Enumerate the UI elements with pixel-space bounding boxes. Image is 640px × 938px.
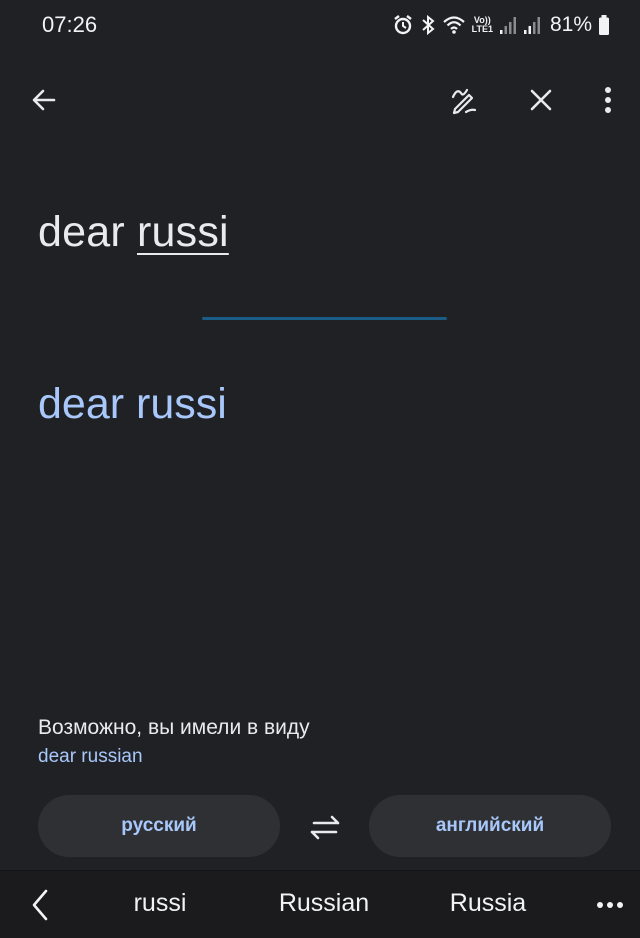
- chevron-left-icon[interactable]: [22, 885, 58, 925]
- keyboard-suggestion[interactable]: russi: [95, 889, 225, 918]
- did-you-mean-label: Возможно, вы имели в виду: [38, 716, 310, 739]
- top-toolbar: [0, 70, 640, 130]
- lte-indicator: Vo)) LTE1: [472, 16, 493, 34]
- more-horiz-icon[interactable]: [588, 887, 632, 923]
- battery-icon: [598, 14, 610, 36]
- source-text-plain: dear: [38, 208, 138, 256]
- source-text-composing: russi: [137, 208, 229, 256]
- bluetooth-icon: [420, 14, 436, 36]
- status-bar: 07:26 Vo)) LTE1 81%: [0, 0, 640, 52]
- swap-icon[interactable]: [302, 804, 348, 850]
- keyboard-suggestion-bar: russi Russian Russia: [0, 870, 640, 938]
- source-language-button[interactable]: русский: [38, 795, 280, 857]
- target-language-button[interactable]: английский: [369, 795, 611, 857]
- source-text-input[interactable]: dear russi: [38, 208, 229, 257]
- close-icon[interactable]: [517, 76, 565, 124]
- signal-icon: [523, 15, 541, 35]
- battery-percent: 81%: [549, 13, 592, 36]
- translation-output: dear russi: [38, 380, 227, 428]
- did-you-mean-link[interactable]: dear russian: [38, 746, 143, 768]
- signal-icon: [499, 15, 517, 35]
- keyboard-suggestion[interactable]: Russia: [423, 889, 553, 918]
- keyboard-suggestion[interactable]: Russian: [259, 889, 389, 918]
- alarm-icon: [392, 14, 414, 36]
- section-divider: [202, 317, 447, 320]
- more-vert-icon[interactable]: [584, 76, 632, 124]
- handwriting-icon[interactable]: [440, 76, 488, 124]
- back-arrow-icon[interactable]: [20, 76, 68, 124]
- wifi-icon: [442, 15, 466, 35]
- lte-label: LTE1: [471, 24, 493, 34]
- status-time: 07:26: [42, 12, 98, 37]
- status-icons: Vo)) LTE1 81%: [392, 11, 610, 39]
